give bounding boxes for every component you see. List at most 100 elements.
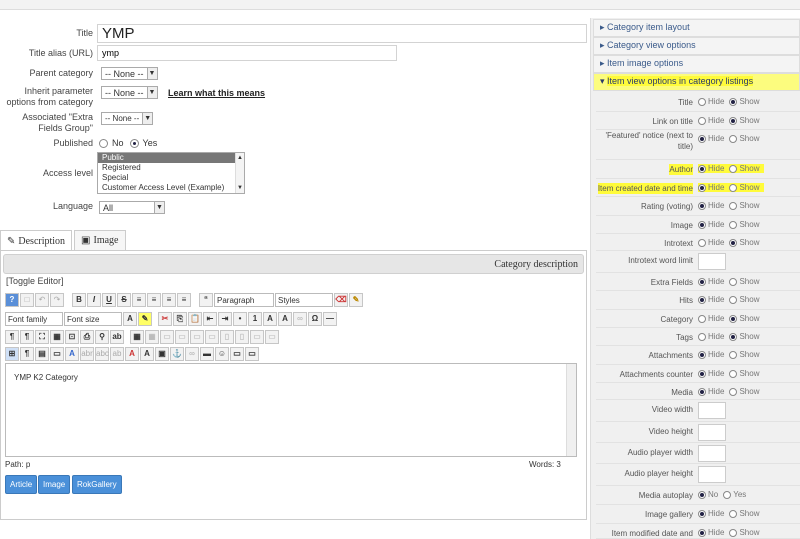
- row-after-icon[interactable]: ▭: [205, 330, 219, 344]
- split-cells-icon[interactable]: ▭: [265, 330, 279, 344]
- new-document-icon[interactable]: □: [20, 293, 34, 307]
- editor-content[interactable]: YMP K2 Category: [5, 363, 577, 457]
- abbr-icon[interactable]: abr: [80, 347, 94, 361]
- show-radio[interactable]: [729, 332, 738, 341]
- italic-icon[interactable]: I: [87, 293, 101, 307]
- media-icon[interactable]: ▬: [200, 347, 214, 361]
- option-input[interactable]: [698, 445, 726, 462]
- ins-icon[interactable]: ab: [110, 347, 124, 361]
- hide-radio[interactable]: [698, 387, 706, 396]
- hide-radio[interactable]: [698, 350, 706, 359]
- eraser-icon[interactable]: ⌫: [334, 293, 348, 307]
- table-delete-icon[interactable]: ▦: [145, 330, 159, 344]
- access-option[interactable]: Registered: [98, 163, 244, 173]
- hide-radio[interactable]: [698, 97, 706, 106]
- blockquote-icon[interactable]: “: [199, 293, 213, 307]
- omega-icon[interactable]: Ω: [308, 312, 322, 326]
- absolute-icon[interactable]: ▭: [50, 347, 64, 361]
- listbox-scrollbar[interactable]: ▲ ▼: [235, 153, 244, 193]
- show-radio[interactable]: [729, 528, 738, 537]
- col-after-icon[interactable]: ▯: [235, 330, 249, 344]
- section-category-view-options[interactable]: ▸ Category view options: [593, 37, 800, 55]
- hide-radio[interactable]: [698, 369, 706, 378]
- help-icon[interactable]: ?: [5, 293, 19, 307]
- show-radio[interactable]: [729, 314, 738, 323]
- tab-image[interactable]: ▣ Image: [74, 230, 126, 250]
- image-insert-icon[interactable]: ▣: [155, 347, 169, 361]
- section-item-view-options[interactable]: ▾ Item view options in category listings: [593, 73, 800, 91]
- access-option[interactable]: Special: [98, 173, 244, 183]
- article-button[interactable]: Article: [5, 475, 38, 494]
- show-radio[interactable]: [729, 134, 738, 143]
- hide-radio[interactable]: [698, 238, 706, 247]
- fullscreen-icon[interactable]: ⛶: [35, 330, 49, 344]
- editor-scrollbar[interactable]: [566, 364, 576, 456]
- horizontal-rule-icon[interactable]: —: [323, 312, 337, 326]
- tab-description[interactable]: ✎ Description: [0, 230, 73, 251]
- col-before-icon[interactable]: ▯: [220, 330, 234, 344]
- hide-radio[interactable]: [698, 201, 706, 210]
- access-option[interactable]: Public: [98, 153, 244, 163]
- template-icon[interactable]: ▦: [50, 330, 64, 344]
- spellcheck-icon[interactable]: A: [65, 347, 79, 361]
- outdent-icon[interactable]: ⇤: [203, 312, 217, 326]
- paste-icon[interactable]: 📋: [188, 312, 202, 326]
- rokgallery-button[interactable]: RokGallery: [72, 475, 122, 494]
- font-family-select[interactable]: Font family: [5, 312, 63, 326]
- image-button[interactable]: Image: [38, 475, 71, 494]
- clean-icon[interactable]: ✎: [349, 293, 363, 307]
- show-radio[interactable]: [729, 369, 738, 378]
- font-size-select[interactable]: Font size: [64, 312, 122, 326]
- visual-aid-icon[interactable]: ⊞: [5, 347, 19, 361]
- show-radio[interactable]: [729, 164, 738, 173]
- row-before-icon[interactable]: ▭: [190, 330, 204, 344]
- indent-icon[interactable]: ⇥: [218, 312, 232, 326]
- hide-radio[interactable]: [698, 183, 706, 192]
- del-icon[interactable]: A: [125, 347, 139, 361]
- numbered-list-icon[interactable]: 1: [248, 312, 262, 326]
- option-input[interactable]: [698, 466, 726, 483]
- table-icon[interactable]: ▦: [130, 330, 144, 344]
- align-justify-icon[interactable]: ≡: [177, 293, 191, 307]
- inherit-select[interactable]: -- None -- ▼: [101, 86, 158, 99]
- show-radio[interactable]: [729, 238, 738, 247]
- align-left-icon[interactable]: ≡: [132, 293, 146, 307]
- parent-category-select[interactable]: -- None -- ▼: [101, 67, 158, 80]
- option-input[interactable]: [698, 253, 726, 270]
- highlight-icon[interactable]: ✎: [138, 312, 152, 326]
- access-level-listbox[interactable]: Public Registered Special Customer Acces…: [97, 152, 245, 194]
- pagebreak-icon[interactable]: ▭: [230, 347, 244, 361]
- show-radio[interactable]: [729, 295, 738, 304]
- language-select[interactable]: All ▼: [99, 201, 165, 214]
- rtl-icon[interactable]: ¶: [20, 330, 34, 344]
- align-center-icon[interactable]: ≡: [147, 293, 161, 307]
- section-item-image-options[interactable]: ▸ Item image options: [593, 55, 800, 73]
- acronym-icon[interactable]: abc: [95, 347, 109, 361]
- yes-radio[interactable]: [723, 490, 732, 499]
- published-yes-radio[interactable]: [129, 138, 139, 148]
- hide-radio[interactable]: [698, 134, 706, 143]
- hide-radio[interactable]: [698, 164, 706, 173]
- link-icon[interactable]: ∞: [293, 312, 307, 326]
- extra-fields-group-select[interactable]: -- None -- ▼: [101, 112, 154, 125]
- code-icon[interactable]: ⊡: [65, 330, 79, 344]
- show-radio[interactable]: [729, 97, 738, 106]
- published-no-radio[interactable]: [99, 138, 108, 148]
- access-option[interactable]: Customer Access Level (Example): [98, 183, 244, 193]
- show-radio[interactable]: [729, 201, 738, 210]
- layer-icon[interactable]: ▭: [245, 347, 259, 361]
- hide-radio[interactable]: [698, 295, 706, 304]
- title-input[interactable]: [97, 24, 587, 43]
- show-radio[interactable]: [729, 350, 738, 359]
- bullet-list-icon[interactable]: •: [233, 312, 247, 326]
- bold-icon[interactable]: B: [72, 293, 86, 307]
- option-input[interactable]: [698, 424, 726, 441]
- attribs-icon[interactable]: A: [140, 347, 154, 361]
- superscript-icon[interactable]: A: [278, 312, 292, 326]
- undo-icon[interactable]: ↶: [35, 293, 49, 307]
- show-radio[interactable]: [729, 183, 738, 192]
- strikethrough-icon[interactable]: S: [117, 293, 131, 307]
- hide-radio[interactable]: [698, 509, 706, 518]
- find-icon[interactable]: ⚲: [95, 330, 109, 344]
- underline-icon[interactable]: U: [102, 293, 116, 307]
